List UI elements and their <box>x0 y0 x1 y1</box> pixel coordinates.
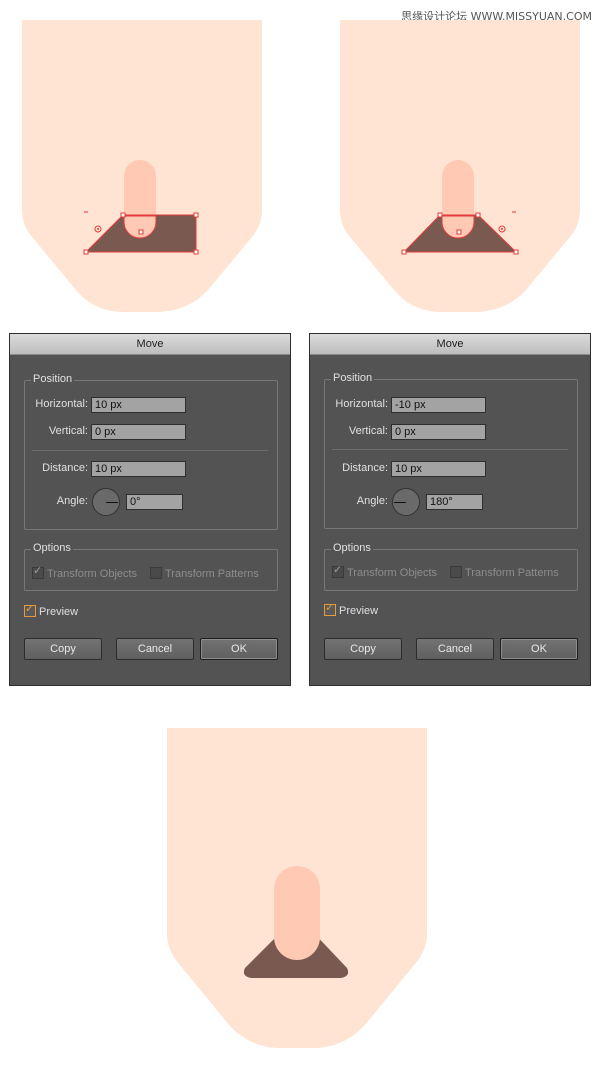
options-label: Options <box>31 542 73 554</box>
ok-button[interactable]: OK <box>200 638 278 660</box>
vertical-label: Vertical: <box>48 425 88 437</box>
anchor-point <box>437 212 443 218</box>
vertical-input[interactable]: 0 px <box>91 424 186 440</box>
horizontal-label: Horizontal: <box>335 398 388 410</box>
divider <box>32 450 268 451</box>
angle-dial[interactable] <box>92 488 120 516</box>
move-dialog-2: Move Position Horizontal: -10 px Vertica… <box>309 333 591 686</box>
horizontal-input[interactable]: -10 px <box>391 397 486 413</box>
preview-label: Preview <box>339 605 379 617</box>
anchor-point <box>475 212 481 218</box>
angle-input[interactable]: 180° <box>426 494 483 510</box>
angle-label: Angle: <box>56 495 88 507</box>
checkbox-icon <box>150 567 162 579</box>
ok-button[interactable]: OK <box>500 638 578 660</box>
transform-objects-checkbox[interactable]: Transform Objects <box>32 564 138 580</box>
cancel-button[interactable]: Cancel <box>116 638 194 660</box>
transform-patterns-label: Transform Patterns <box>165 568 259 580</box>
anchor-point <box>83 249 89 255</box>
horizontal-input[interactable]: 10 px <box>91 397 186 413</box>
cancel-button[interactable]: Cancel <box>416 638 494 660</box>
anchor-point <box>456 229 462 235</box>
dialog-title: Move <box>310 334 590 355</box>
options-label: Options <box>331 542 373 554</box>
preview-checkbox[interactable]: Preview <box>324 601 379 617</box>
transform-patterns-checkbox[interactable]: Transform Patterns <box>450 566 559 579</box>
transform-objects-label: Transform Objects <box>347 567 438 579</box>
angle-label: Angle: <box>356 495 388 507</box>
move-dialog-1: Move Position Horizontal: 10 px Vertical… <box>9 333 291 686</box>
position-label: Position <box>331 372 375 384</box>
vertical-label: Vertical: <box>348 425 388 437</box>
anchor-point <box>193 249 199 255</box>
anchor-point <box>193 212 199 218</box>
transform-objects-checkbox[interactable]: Transform Objects <box>332 563 438 579</box>
distance-label: Distance: <box>342 462 388 474</box>
artwork-step-1 <box>22 20 262 312</box>
distance-input[interactable]: 10 px <box>91 461 186 477</box>
checkbox-icon <box>324 601 336 616</box>
copy-button[interactable]: Copy <box>24 638 102 660</box>
distance-label: Distance: <box>42 462 88 474</box>
position-label: Position <box>31 373 75 385</box>
angle-needle <box>394 502 406 503</box>
vertical-input[interactable]: 0 px <box>391 424 486 440</box>
artwork-final <box>167 728 427 1048</box>
anchor-point <box>138 229 144 235</box>
transform-patterns-checkbox[interactable]: Transform Patterns <box>150 567 259 580</box>
copy-button[interactable]: Copy <box>324 638 402 660</box>
anchor-point <box>513 249 519 255</box>
transform-objects-label: Transform Objects <box>47 568 138 580</box>
angle-dial[interactable] <box>392 488 420 516</box>
anchor-point <box>120 212 126 218</box>
dialog-title: Move <box>10 334 290 355</box>
transform-patterns-label: Transform Patterns <box>465 567 559 579</box>
checkbox-icon <box>450 566 462 578</box>
angle-input[interactable]: 0° <box>126 494 183 510</box>
checkbox-icon <box>332 563 344 578</box>
preview-label: Preview <box>39 606 79 618</box>
artwork-step-2 <box>340 20 580 312</box>
distance-input[interactable]: 10 px <box>391 461 486 477</box>
preview-checkbox[interactable]: Preview <box>24 602 79 618</box>
finger-shape <box>274 866 320 960</box>
divider <box>332 449 568 450</box>
checkbox-icon <box>32 564 44 579</box>
angle-needle <box>106 502 118 503</box>
checkbox-icon <box>24 602 36 617</box>
horizontal-label: Horizontal: <box>35 398 88 410</box>
anchor-point <box>401 249 407 255</box>
